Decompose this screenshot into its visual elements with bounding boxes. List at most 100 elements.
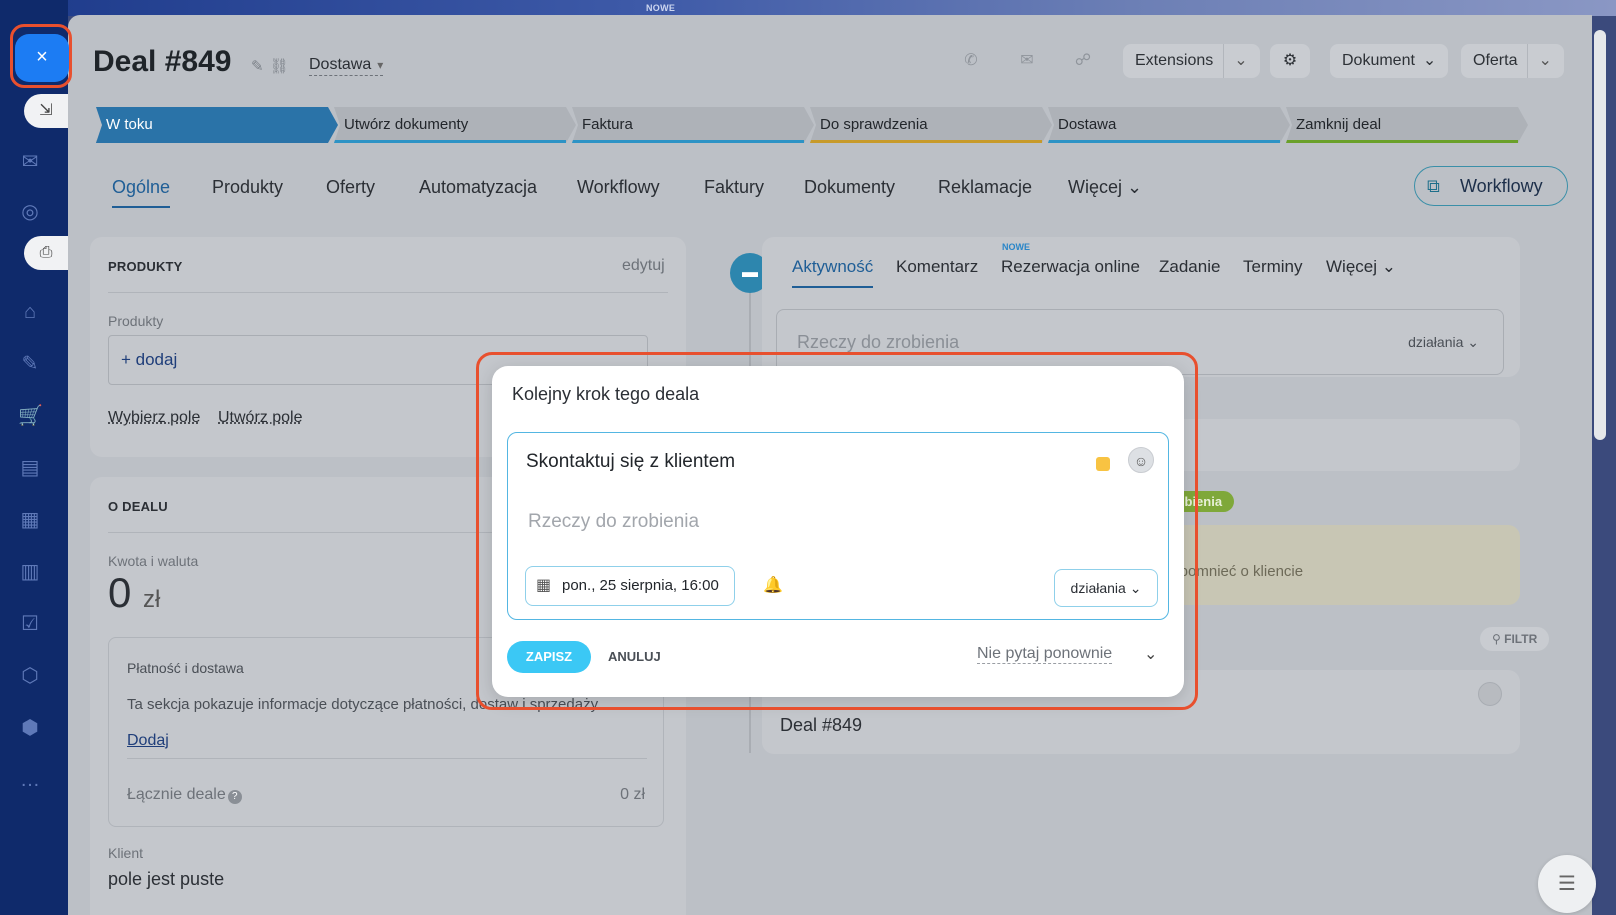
todo-editor[interactable]: Skontaktuj się z klientem ☺ Rzeczy do zr… [507,432,1169,620]
deadline-value: pon., 25 sierpnia, 16:00 [562,577,719,594]
stage-label: Faktura [582,116,633,133]
tab-faktury[interactable]: Faktury [704,177,764,198]
divider [127,758,647,759]
activity-card: Aktywność Komentarz NOWE Rezerwacja onli… [762,237,1520,377]
tab-workflowy[interactable]: Workflowy [577,177,660,198]
chevron-down-icon: ⌄ [1422,52,1437,69]
phone-icon[interactable]: ✆ [952,45,990,77]
payment-text: Ta sekcja pokazuje informacje dotyczące … [127,696,602,713]
workflow-button[interactable]: ⧉ Workflowy [1414,166,1568,206]
close-icon[interactable]: × [15,34,69,82]
rail-icon-2[interactable]: ◎ [18,200,42,224]
deadline-chip[interactable]: ▦ pon., 25 sierpnia, 16:00 [525,566,735,606]
stage-utworz-dokumenty[interactable]: Utwórz dokumenty [334,107,576,143]
stage-underline [1048,140,1280,143]
help-icon[interactable]: ? [227,790,242,804]
new-badge: NOWE [646,3,676,13]
todo-description[interactable]: Rzeczy do zrobienia [528,511,699,533]
responsible-avatar[interactable]: ☺ [1128,447,1154,473]
tab-automatyzacja[interactable]: Automatyzacja [419,177,537,198]
rail-icon-6[interactable]: 🛒 [18,404,43,428]
rail-icon-4[interactable]: ⌂ [18,300,42,324]
cancel-button[interactable]: ANULUJ [608,649,661,664]
rail-icon-13[interactable]: … [18,768,42,792]
amount-label: Kwota i waluta [108,553,199,569]
payment-add-link[interactable]: Dodaj [127,732,169,750]
tab-oferty[interactable]: Oferty [326,177,375,198]
tab-ogolne[interactable]: Ogólne [112,177,171,208]
top-strip: NOWE [0,0,1616,16]
dokument-button[interactable]: Dokument ⌄ [1330,44,1449,78]
stage-label: Do sprawdzenia [820,116,928,133]
stage-do-sprawdzenia[interactable]: Do sprawdzenia [810,107,1052,143]
mail-icon[interactable]: ✉ [1008,45,1046,77]
stage-zamknij-deal[interactable]: Zamknij deal [1286,107,1528,143]
rail-icon-8[interactable]: ▦ [18,508,42,532]
chevron-down-icon[interactable]: ⌄ [1527,44,1552,78]
rail-icon-9[interactable]: ▥ [18,560,42,584]
oferta-label: Oferta [1473,52,1518,69]
dokument-label: Dokument [1342,52,1415,69]
color-marker[interactable] [1096,457,1110,471]
tab-zadanie[interactable]: Zadanie [1159,257,1220,277]
bell-icon[interactable]: 🔔 [763,575,783,595]
stage-w-toku[interactable]: W toku [96,107,338,143]
save-button[interactable]: ZAPISZ [507,641,591,673]
collapse-icon[interactable]: ⇲ [24,94,68,128]
create-field-link[interactable]: Utwórz pole [218,409,302,427]
rail-icon-11[interactable]: ⬡ [18,664,42,688]
stage-label: Zamknij deal [1296,116,1382,133]
edit-link-icons[interactable]: ✎⛓ [251,57,295,75]
rail-icon-12[interactable]: ⬢ [18,716,42,740]
tab-terminy[interactable]: Terminy [1243,257,1303,277]
tab-aktywnosc[interactable]: Aktywność [792,257,874,288]
products-card-title: PRODUKTY [108,259,183,274]
choose-field-link[interactable]: Wybierz pole [108,409,200,427]
divider [108,292,668,293]
help-list-icon[interactable]: ☰ [1538,855,1596,913]
stage-label: Dostawa [1058,116,1117,133]
rail-icon-1[interactable]: ✉ [18,150,42,174]
avatar [1478,682,1502,706]
chat-icon[interactable]: ☍ [1064,45,1102,77]
add-product-link[interactable]: + dodaj [121,350,177,370]
chevron-down-icon: ⌄ [1127,177,1143,197]
tab-rezerwacja-online[interactable]: Rezerwacja online [1001,257,1140,277]
tab-produkty[interactable]: Produkty [212,177,283,198]
rail-icon-10[interactable]: ☑ [18,612,42,636]
client-label: Klient [108,845,144,861]
filter-label: FILTR [1504,632,1538,646]
tab-wiecej[interactable]: Więcej ⌄ [1068,177,1142,198]
amount-currency: zł [143,586,161,613]
stage-underline [1286,140,1518,143]
tab-reklamacje[interactable]: Reklamacje [938,177,1032,198]
total-deals-label: Łącznie deale? [127,786,242,804]
todo-title[interactable]: Skontaktuj się z klientem [526,451,735,473]
settings-button[interactable]: ⚙ [1270,44,1310,78]
chevron-down-icon: ⌄ [1467,334,1479,350]
oferta-button[interactable]: Oferta ⌄ [1461,44,1564,78]
edit-link[interactable]: edytuj [622,257,665,275]
stage-faktura[interactable]: Faktura [572,107,814,143]
tab-komentarz[interactable]: Komentarz [896,257,978,277]
extensions-label: Extensions [1135,52,1214,69]
stage-dostawa[interactable]: Dostawa [1048,107,1290,143]
actions-label: działania [1408,334,1464,350]
tab-dokumenty[interactable]: Dokumenty [804,177,895,198]
tab-wiecej-activity[interactable]: Więcej ⌄ [1326,257,1396,277]
rail-icon-7[interactable]: ▤ [18,456,42,480]
page-scrollbar[interactable] [1594,30,1606,440]
dont-ask-again-link[interactable]: Nie pytaj ponownie [977,645,1113,664]
tab-wiecej-label: Więcej [1068,177,1123,197]
actions-dropdown[interactable]: działania ⌄ [1054,569,1158,607]
stage-selector[interactable]: Dostawa [309,56,384,76]
rail-icon-5[interactable]: ✎ [18,352,42,376]
extensions-button[interactable]: Extensions ⌄ [1123,44,1260,78]
payment-title: Płatność i dostawa [127,660,244,676]
print-icon[interactable]: ⎙ [24,236,68,270]
chevron-down-icon[interactable]: ⌄ [1144,644,1157,664]
actions-dropdown[interactable]: działania ⌄ [1408,334,1479,351]
chevron-down-icon[interactable]: ⌄ [1223,44,1248,78]
created-deal[interactable]: Deal #849 [780,715,862,736]
filter-button[interactable]: ⚲ FILTR [1480,627,1550,651]
